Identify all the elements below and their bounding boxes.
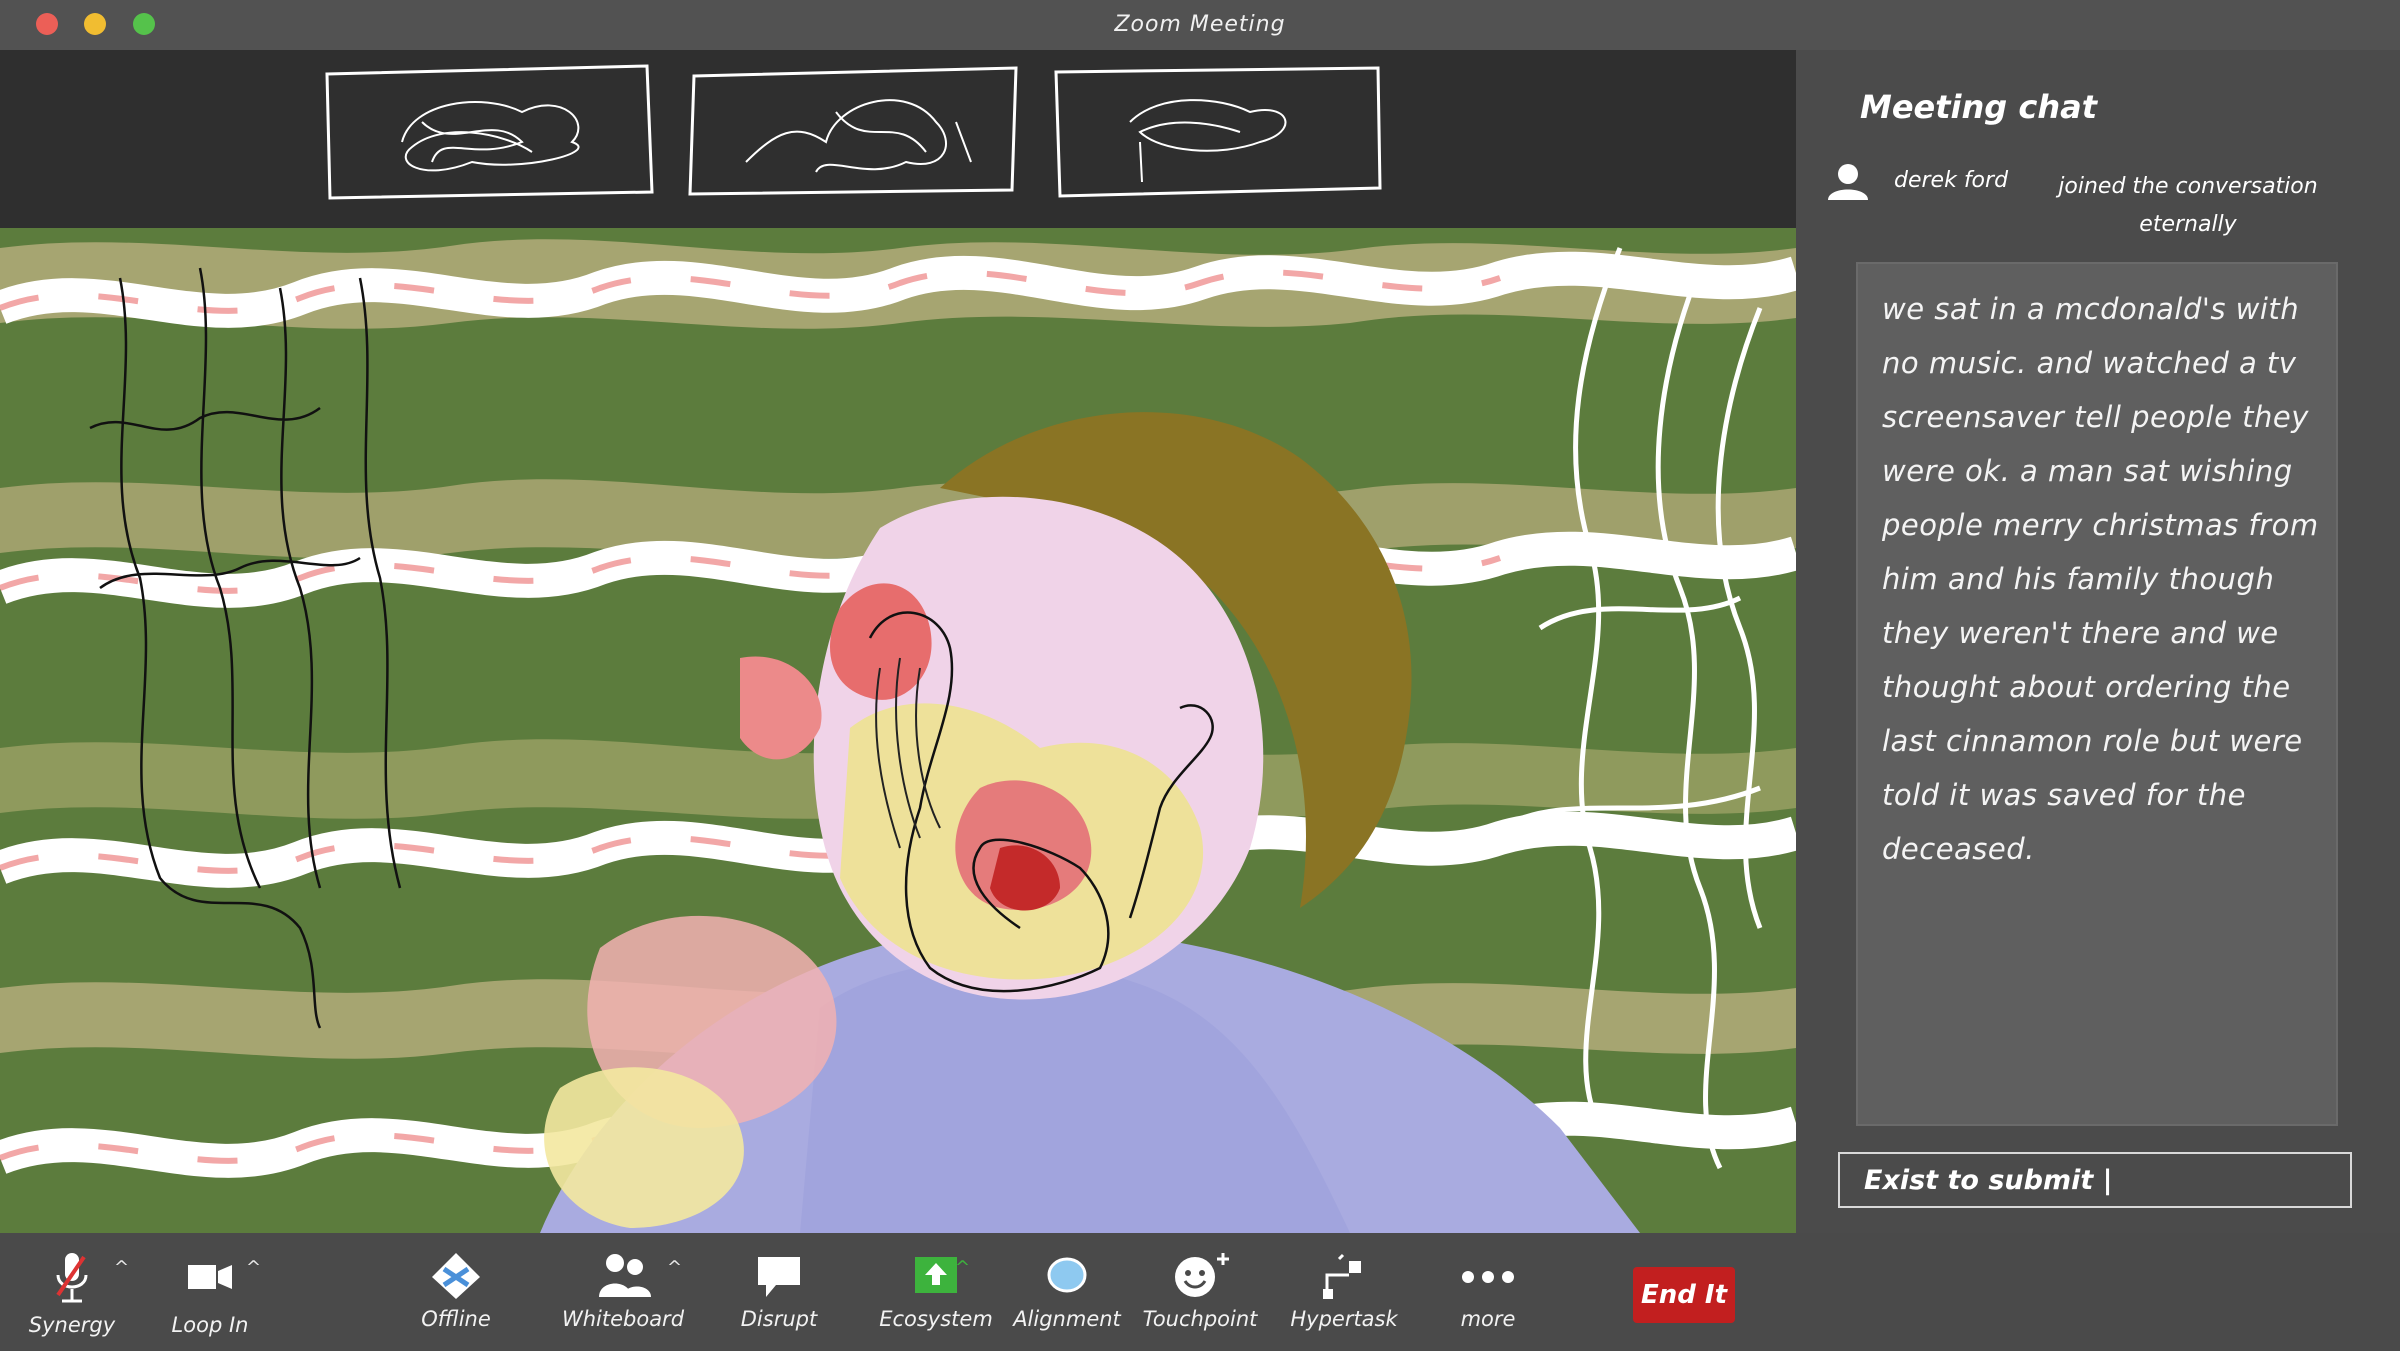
reactions-icon — [1175, 1253, 1229, 1297]
alignment-button[interactable]: Alignment — [997, 1251, 1137, 1331]
chat-panel: Meeting chat derek ford joined the conve… — [1796, 50, 2400, 1233]
offline-button[interactable]: Offline — [386, 1251, 526, 1331]
more-label: more — [1460, 1307, 1516, 1331]
chevron-up-icon[interactable]: ^ — [114, 1257, 129, 1278]
participant-video-frame — [0, 228, 1796, 1233]
join-notice-name: derek ford — [1894, 168, 2009, 193]
alignment-label: Alignment — [1013, 1307, 1121, 1331]
hypertask-button[interactable]: Hypertask — [1274, 1251, 1414, 1331]
chat-input[interactable] — [1838, 1152, 2352, 1208]
more-button[interactable]: more — [1418, 1251, 1558, 1331]
disrupt-label: Disrupt — [740, 1307, 818, 1331]
ecosystem-label: Ecosystem — [879, 1307, 993, 1331]
hypertask-label: Hypertask — [1290, 1307, 1398, 1331]
whiteboard-label: Whiteboard — [561, 1307, 685, 1331]
disrupt-button[interactable]: Disrupt — [709, 1251, 849, 1331]
chat-message: we sat in a mcdonald's with no music. an… — [1882, 292, 2319, 866]
join-notice-text: joined the conversation eternally — [2058, 174, 2318, 237]
meeting-toolbar: Synergy ^ Loop In ^ Offline Whiteboard ^… — [0, 1233, 2400, 1351]
chevron-up-icon[interactable]: ^ — [955, 1257, 970, 1278]
window-title: Zoom Meeting — [1114, 12, 1286, 37]
participants-icon — [599, 1254, 651, 1297]
participant-thumbnail[interactable] — [322, 62, 656, 202]
share-screen-icon — [915, 1257, 957, 1293]
chevron-up-icon[interactable]: ^ — [246, 1257, 261, 1278]
chevron-up-icon[interactable]: ^ — [667, 1257, 682, 1278]
touchpoint-button[interactable]: Touchpoint — [1130, 1251, 1270, 1331]
video-camera-icon — [188, 1265, 232, 1289]
chat-message-box: we sat in a mcdonald's with no music. an… — [1856, 262, 2338, 1126]
diamond-icon — [432, 1253, 480, 1299]
speech-bubble-icon — [758, 1257, 800, 1297]
participant-thumbnail[interactable] — [1050, 62, 1384, 202]
main-video — [0, 228, 1796, 1233]
hypertask-icon — [1323, 1253, 1361, 1299]
offline-label: Offline — [421, 1307, 491, 1331]
end-meeting-button[interactable]: End It — [1633, 1267, 1735, 1323]
bubble-icon — [1047, 1257, 1087, 1293]
microphone-muted-icon — [56, 1253, 88, 1303]
gallery-strip — [0, 50, 1796, 228]
user-icon — [1828, 164, 1868, 200]
participant-thumbnail[interactable] — [686, 62, 1020, 202]
more-dots-icon — [1462, 1271, 1514, 1283]
loop-in-label: Loop In — [171, 1313, 249, 1337]
touchpoint-label: Touchpoint — [1142, 1307, 1258, 1331]
synergy-label: Synergy — [28, 1313, 116, 1337]
ecosystem-button[interactable]: Ecosystem — [866, 1251, 1006, 1331]
chat-title: Meeting chat — [1860, 88, 2097, 126]
title-bar: Zoom Meeting — [0, 0, 2400, 50]
